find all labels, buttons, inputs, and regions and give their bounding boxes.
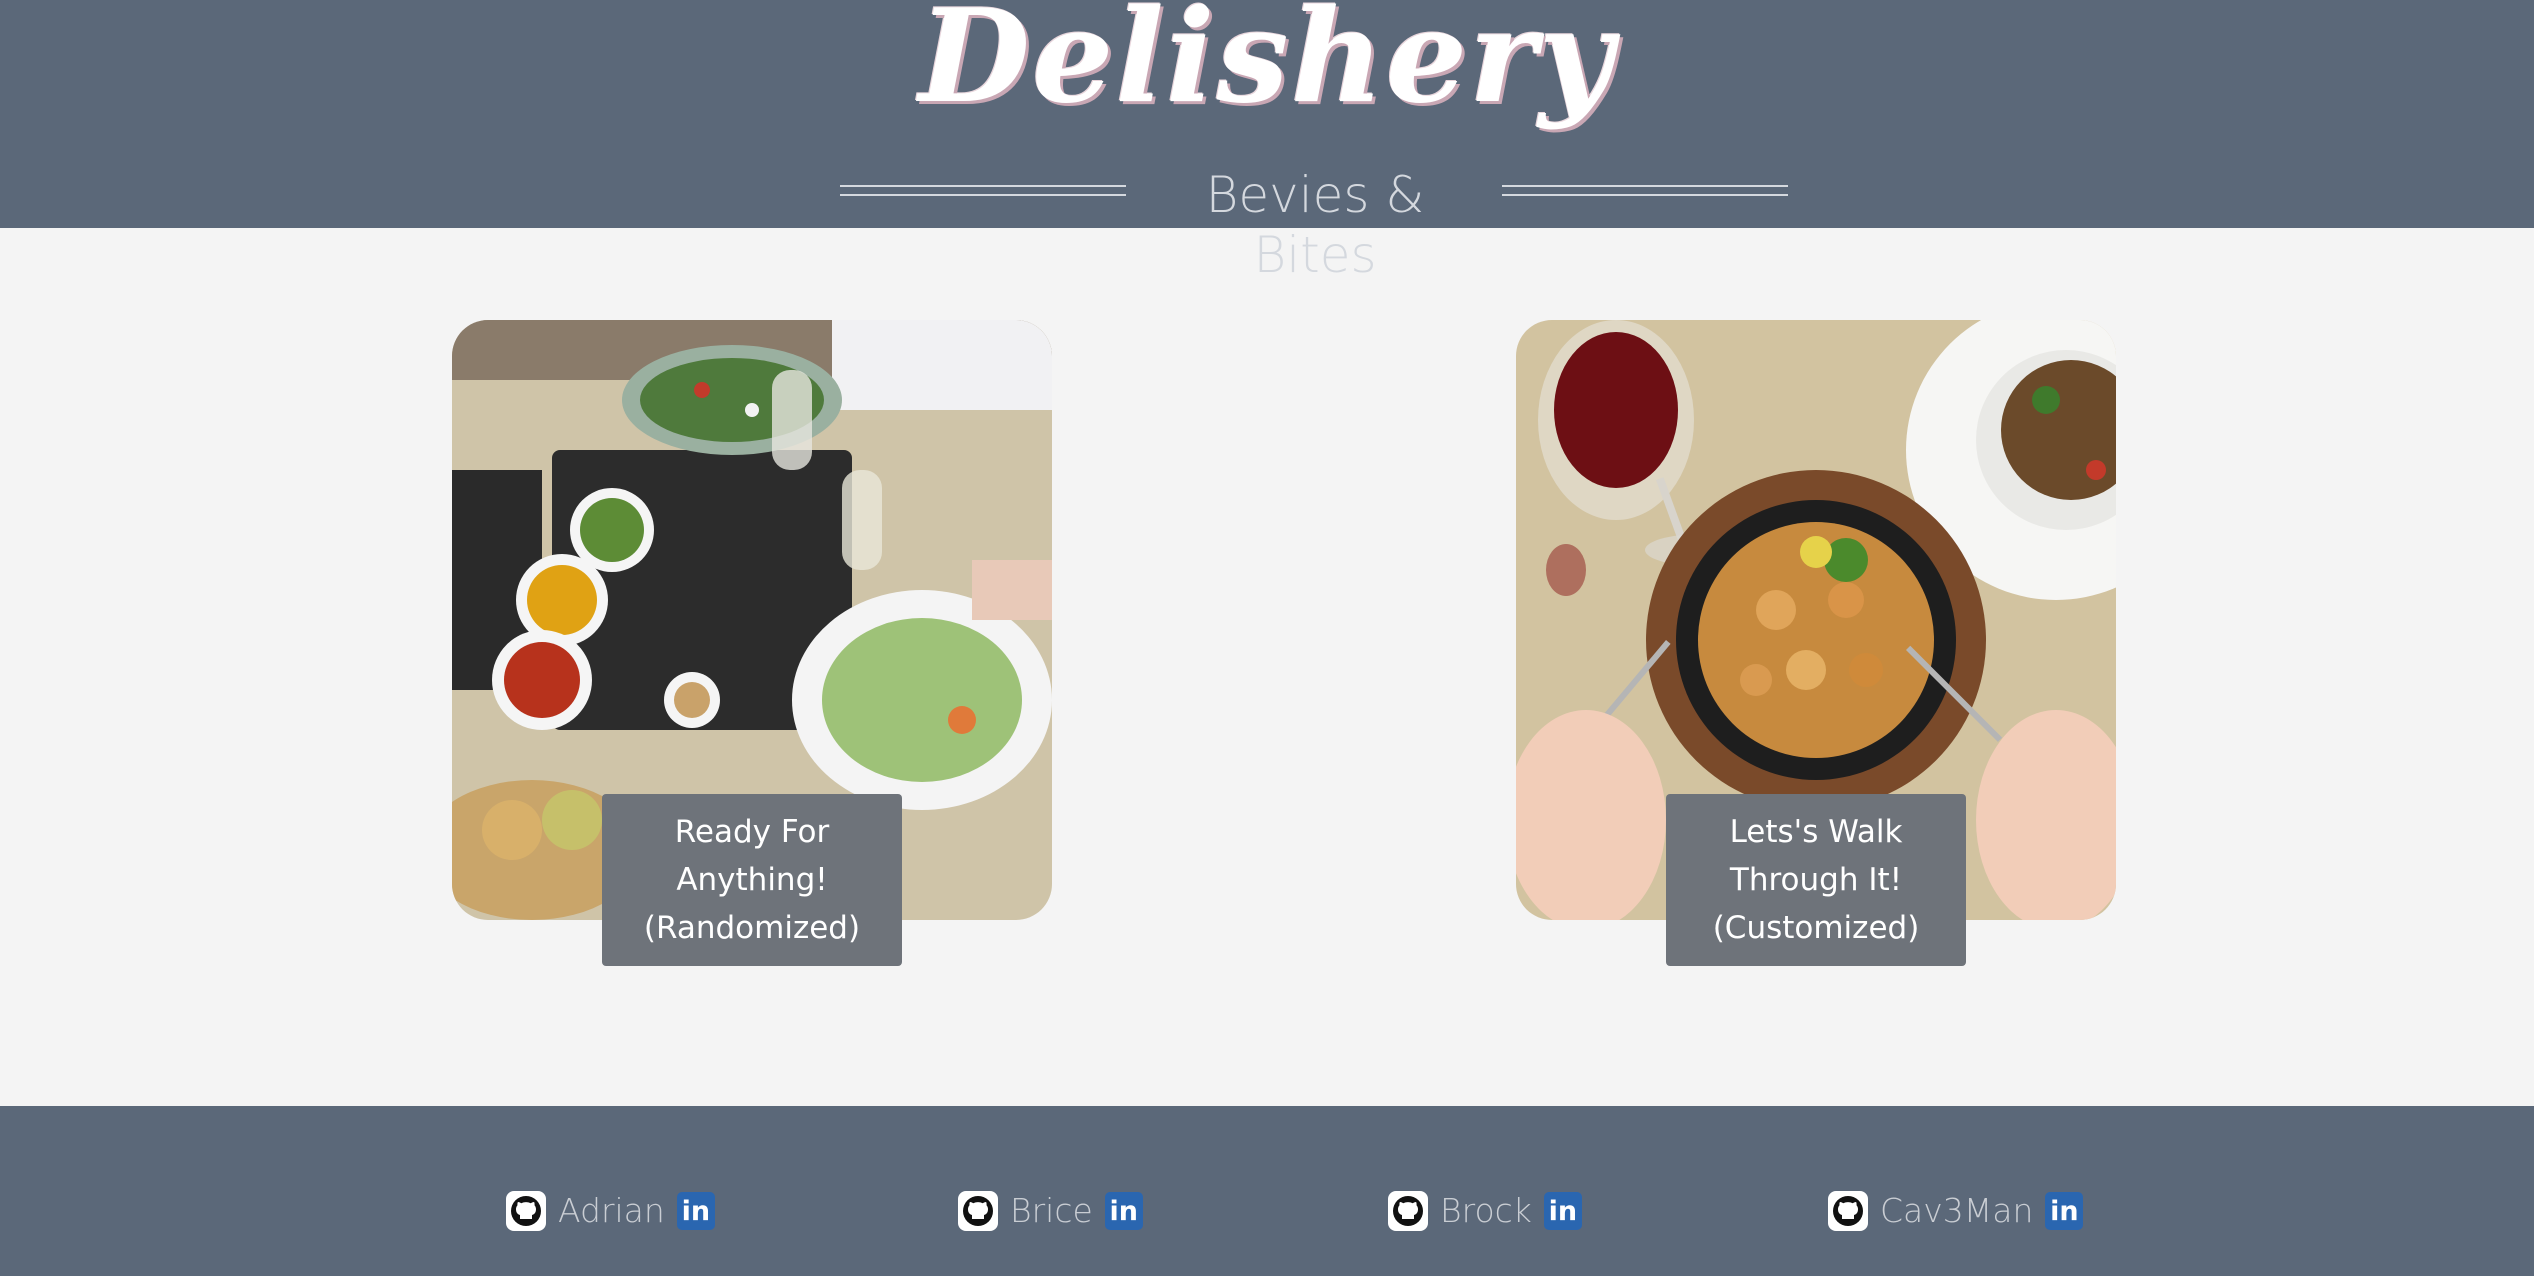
linkedin-icon[interactable]: in [1104, 1192, 1143, 1230]
linkedin-icon[interactable]: in [676, 1192, 715, 1230]
caption-line: Anything! [676, 862, 828, 898]
member-name: Brock [1440, 1191, 1532, 1230]
member-name: Adrian [558, 1191, 665, 1230]
subtitle-divider-right [1502, 185, 1788, 196]
caption-line: Ready For [674, 814, 830, 850]
team-member: Brock in [1388, 1186, 1582, 1236]
caption-line: (Customized) [1712, 910, 1920, 946]
subtitle-row: Bevies & Bites [0, 165, 2534, 284]
site-logo[interactable]: Delishery [0, 0, 2534, 132]
caption-line: Through It! [1729, 862, 1903, 898]
member-name: Brice [1010, 1191, 1093, 1230]
github-icon[interactable] [506, 1191, 546, 1231]
caption-line: (Randomized) [643, 910, 861, 946]
team-member: Cav3Man in [1828, 1186, 2084, 1236]
customized-button[interactable]: Lets's Walk Through It! (Customized) [1666, 794, 1966, 966]
site-subtitle: Bevies & Bites [1205, 166, 1425, 284]
linkedin-icon[interactable]: in [1543, 1192, 1582, 1230]
site-header: Delishery Bevies & Bites [0, 0, 2534, 284]
randomized-button[interactable]: Ready For Anything! (Randomized) [602, 794, 902, 966]
subtitle-divider-left [840, 185, 1126, 196]
github-icon[interactable] [1828, 1191, 1868, 1231]
member-name: Cav3Man [1880, 1191, 2034, 1230]
team-member: Adrian in [506, 1186, 715, 1236]
site-footer: Adrian in Brice in Brock in Cav3Man in [0, 1106, 2534, 1276]
team-member: Brice in [958, 1186, 1143, 1236]
github-icon[interactable] [958, 1191, 998, 1231]
linkedin-icon[interactable]: in [2045, 1192, 2084, 1230]
caption-line: Lets's Walk [1729, 814, 1903, 850]
github-icon[interactable] [1388, 1191, 1428, 1231]
